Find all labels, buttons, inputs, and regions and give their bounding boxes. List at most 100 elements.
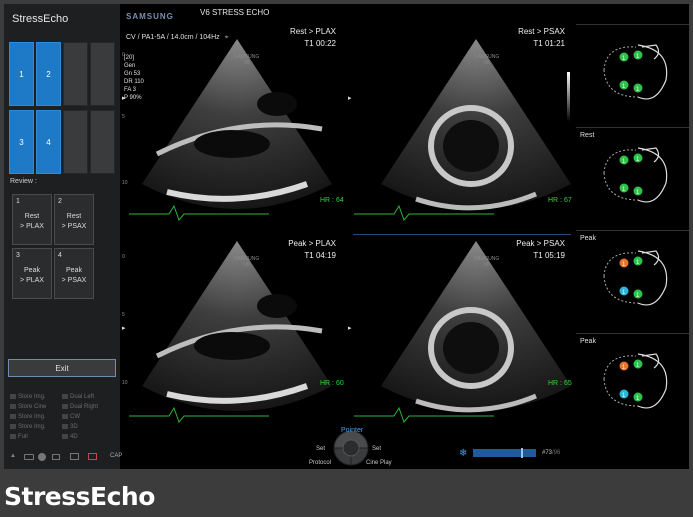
psax-sector-image [354,39,571,221]
system-title: V6 STRESS ECHO [200,8,270,17]
option-store-img-[interactable]: Store Img. [10,424,46,430]
review-cell-4[interactable]: 4 Peak > PSAX [54,248,94,299]
frame-counter: #73/96 [542,450,560,456]
freeze-icon[interactable]: ❄ [459,448,467,459]
ultrasound-screen: StressEcho 1234 Review : 1 Rest > PLAX 2 Res… [4,4,689,469]
review-cell-number: 3 [16,252,20,259]
focus-marker-icon: ▸ [348,95,352,102]
view-name: Peak > PSAX [516,239,565,248]
up-arrow-icon[interactable]: ▲ [10,453,16,459]
review-view: > PLAX [20,223,44,230]
frame-total: /96 [552,450,561,456]
layout-cell[interactable]: 2 [36,42,61,106]
print-icon[interactable] [88,453,97,460]
cine-progress-bar[interactable] [473,449,536,457]
key-icon [62,434,68,439]
layout-cell[interactable]: 1 [9,42,34,106]
option-cw[interactable]: CW [62,414,80,420]
review-cell-label: Peak > PSAX [55,266,93,286]
left-panel: StressEcho 1234 Review : 1 Rest > PLAX 2 Res… [4,4,122,469]
layout-cell[interactable]: 4 [36,110,61,174]
protocol-label[interactable]: Protocol [309,460,331,466]
view-name: Rest > PSAX [518,27,565,36]
brand-model: V6 [483,262,490,268]
review-cell-2[interactable]: 2 Rest > PSAX [54,194,94,245]
lv-segment-diagram: 1 1 1 1 [603,353,668,409]
segment-schematic-2: Rest 1 1 1 1 [576,127,689,227]
option-store-cine[interactable]: Store Cine [10,404,46,410]
segment-schematic-strip: 1 1 1 1 Rest 1 1 1 1 Peak 1 1 1 1 Peak 1… [576,24,689,444]
pointer-label[interactable]: Pointer [341,427,363,434]
review-stage: Rest [24,213,40,220]
review-view: > PLAX [20,277,44,284]
segment-schematic-1: 1 1 1 1 [576,24,689,124]
layout-cell[interactable] [90,42,115,106]
option-store-img-[interactable]: Store Img. [10,394,46,400]
option-3d[interactable]: 3D [62,424,78,430]
brand-logo: SAMSUNG [126,12,174,21]
active-divider [353,234,571,235]
key-icon [62,404,68,409]
exit-button[interactable]: Exit [8,359,116,377]
option-dual-left[interactable]: Dual Left [62,394,94,400]
heart-rate: HR : 65 [548,380,572,387]
brand-model: V6 [243,262,250,268]
key-icon [62,394,68,399]
layout-cell[interactable] [63,42,88,106]
frame-current: #73 [542,450,553,456]
depth-tick: 0 [122,52,125,58]
focus-marker-icon: ▸ [122,325,126,332]
key-icon [62,424,68,429]
option-dual-right[interactable]: Dual Right [62,404,98,410]
option-label: CW [70,414,80,421]
review-cell-1[interactable]: 1 Rest > PLAX [12,194,52,245]
key-icon [10,434,16,439]
review-cell-label: Rest > PLAX [13,212,51,232]
option-full[interactable]: Full [10,434,28,440]
depth-tick: 10 [122,380,128,386]
probe-brand-mark: SAMSUNG V6 [474,256,499,268]
view-name: Rest > PLAX [289,27,336,36]
psax-sector-image [354,241,571,423]
brand-model: V6 [483,60,490,66]
echo-view-2[interactable] [354,34,574,229]
bottom-icon-bar: ▲ CAP [8,452,122,464]
option-label: Dual Right [70,404,99,411]
layout-cell[interactable]: 3 [9,110,34,174]
option-label: Store Img. [18,424,46,431]
layout-cell[interactable] [90,110,115,174]
review-stage: Peak [66,267,82,274]
archive-icon[interactable] [70,453,79,460]
key-icon [10,404,16,409]
record-icon[interactable] [38,453,46,461]
key-icon [62,414,68,419]
set-left-label[interactable]: Set [316,446,325,452]
review-view: > PSAX [61,277,87,284]
set-right-label[interactable]: Set [372,446,381,452]
depth-tick: 5 [122,114,125,120]
probe-brand-mark: SAMSUNG V6 [234,54,259,66]
layout-cell[interactable] [63,110,88,174]
key-icon [10,414,16,419]
display-icon[interactable] [52,454,60,460]
app-title: StressEcho [12,13,69,25]
depth-tick: 5 [122,312,125,318]
heart-rate: HR : 60 [320,380,344,387]
segment-schematic-3: Peak 1 1 1 1 [576,230,689,330]
echo-view-4[interactable] [354,236,574,431]
capture-label[interactable]: CAP [110,453,122,459]
option-store-img-[interactable]: Store Img. [10,414,46,420]
review-stage: Rest [66,213,82,220]
option-label: Store Img. [18,394,46,401]
review-cell-3[interactable]: 3 Peak > PLAX [12,248,52,299]
option-label: Store Cine [18,404,47,411]
focus-marker-icon: ▸ [122,95,126,102]
depth-tick: 0 [122,254,125,260]
option-label: Dual Left [70,394,95,401]
option-4d[interactable]: 4D [62,434,78,440]
cine-progress-knob[interactable] [521,448,523,458]
keyboard-icon[interactable] [24,454,34,460]
cine-play-label[interactable]: Cine Play [366,460,392,466]
view-label: Rest > PSAX T1 01:21 [485,26,565,50]
review-label: Review : [10,178,37,185]
